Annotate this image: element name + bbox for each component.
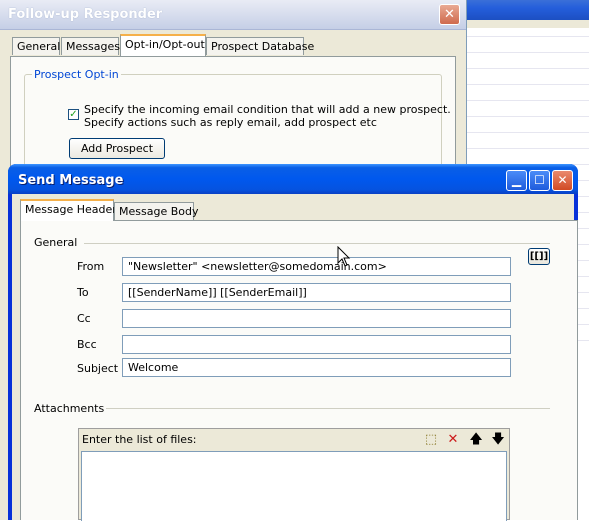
- tab-messages[interactable]: Messages: [61, 37, 120, 55]
- files-header: Enter the list of files:: [82, 433, 197, 446]
- checkbox-line-2: Specify actions such as reply email, add…: [84, 116, 377, 129]
- attachments-file-list[interactable]: [81, 451, 507, 521]
- tab-general[interactable]: General: [12, 37, 60, 55]
- tab-opt-in-opt-out[interactable]: Opt-in/Opt-out: [120, 34, 206, 56]
- background-row-line: [465, 68, 589, 69]
- follow-up-close-button[interactable]: ✕: [439, 4, 460, 25]
- subject-label: Subject: [77, 362, 119, 375]
- prospect-opt-in-title: Prospect Opt-in: [32, 68, 121, 81]
- background-row-line: [465, 36, 589, 37]
- minimize-icon: ▁: [511, 173, 522, 187]
- maximize-button[interactable]: ☐: [529, 170, 550, 191]
- prospect-condition-label[interactable]: Specify the incoming email condition tha…: [84, 103, 451, 129]
- cc-label: Cc: [77, 312, 91, 325]
- background-row-line: [465, 132, 589, 133]
- add-prospect-button[interactable]: Add Prospect: [69, 138, 165, 159]
- subject-field[interactable]: Welcome: [122, 358, 511, 377]
- move-up-icon[interactable]: 🡅: [468, 432, 484, 448]
- move-down-icon[interactable]: 🡇: [490, 432, 506, 448]
- general-section-label: General: [34, 236, 78, 249]
- new-file-icon[interactable]: ⬚: [423, 432, 439, 448]
- to-field[interactable]: [[SenderName]] [[SenderEmail]]: [122, 283, 511, 302]
- background-row-line: [465, 148, 589, 149]
- to-label: To: [77, 286, 89, 299]
- background-row-line: [465, 52, 589, 53]
- follow-up-title: Follow-up Responder: [8, 7, 163, 22]
- checkbox-line-1: Specify the incoming email condition tha…: [84, 103, 451, 116]
- close-icon: ✕: [557, 173, 568, 187]
- background-row-line: [465, 116, 589, 117]
- cc-field[interactable]: [122, 309, 511, 328]
- from-field[interactable]: "Newsletter" <newsletter@somedomain.com>: [122, 257, 511, 276]
- maximize-icon: ☐: [534, 173, 545, 187]
- send-message-title: Send Message: [18, 173, 124, 188]
- attachments-box: Enter the list of files: ⬚ ✕ 🡅 🡇: [78, 428, 510, 521]
- bcc-field[interactable]: [122, 335, 511, 354]
- prospect-condition-checkbox[interactable]: ✓: [68, 109, 79, 120]
- delete-icon[interactable]: ✕: [445, 432, 461, 448]
- tab-message-header[interactable]: Message Header: [20, 199, 117, 221]
- close-button[interactable]: ✕: [552, 170, 573, 191]
- minimize-button[interactable]: ▁: [506, 170, 527, 191]
- attachments-divider: [106, 408, 550, 409]
- attachments-section-label: Attachments: [34, 402, 105, 415]
- mouse-pointer-icon: [337, 246, 351, 267]
- insert-variable-button[interactable]: [[]]: [528, 248, 550, 265]
- send-message-titlebar: Send Message ▁ ☐ ✕: [8, 164, 578, 194]
- tab-prospect-database[interactable]: Prospect Database: [206, 37, 314, 55]
- bcc-label: Bcc: [77, 338, 97, 351]
- follow-up-titlebar: Follow-up Responder ✕: [0, 0, 466, 30]
- tab-message-body[interactable]: Message Body: [114, 202, 198, 220]
- from-label: From: [77, 260, 105, 273]
- general-divider: [84, 243, 550, 244]
- background-row-line: [465, 100, 589, 101]
- background-row-line: [465, 84, 589, 85]
